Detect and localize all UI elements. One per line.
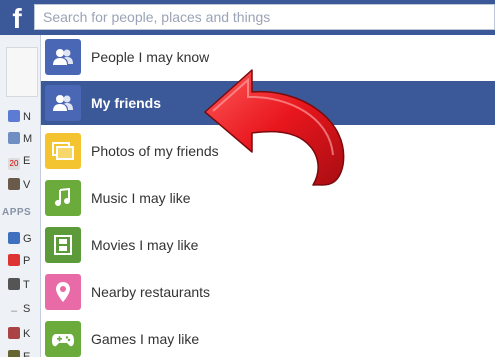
sidebar-app-item[interactable]: G <box>8 231 40 247</box>
top-bar: f <box>0 0 495 36</box>
sidebar-app-item[interactable]: P <box>8 253 40 269</box>
friends-icon <box>8 178 20 190</box>
apps-heading: APPS <box>2 207 32 218</box>
sidebar-item-events[interactable]: 20 E <box>8 153 40 170</box>
messages-icon <box>8 132 20 144</box>
suggestion-label: People I may know <box>91 49 210 65</box>
location-pin-icon <box>45 274 81 310</box>
events-icon: 20 <box>8 158 20 170</box>
sidebar-app-item[interactable]: E <box>8 349 40 357</box>
suggestion-label: Music I may like <box>91 190 191 206</box>
sidebar-app-item[interactable]: T <box>8 277 40 293</box>
music-icon <box>45 180 81 216</box>
app-icon <box>8 278 20 290</box>
people-icon <box>45 39 81 75</box>
search-box[interactable] <box>34 4 495 30</box>
sidebar-item-messages[interactable]: M <box>8 131 40 147</box>
film-icon <box>45 227 81 263</box>
suggestion-photos-of-my-friends[interactable]: Photos of my friends <box>41 129 495 173</box>
suggestion-label: Nearby restaurants <box>91 284 211 300</box>
app-icon <box>8 350 20 357</box>
suggestion-label: Movies I may like <box>91 237 199 253</box>
suggestion-label: Games I may like <box>91 331 200 347</box>
game-icon <box>8 232 20 244</box>
facebook-logo[interactable]: f <box>0 0 34 35</box>
suggestion-label: Photos of my friends <box>91 143 219 159</box>
suggestion-music-i-may-like[interactable]: Music I may like <box>41 176 495 220</box>
sidebar-app-item[interactable]: K <box>8 326 40 342</box>
sidebar-app-item[interactable]: – S <box>8 301 40 317</box>
left-sidebar: N M 20 E V APPS G P T – S K E <box>0 35 40 357</box>
game-controller-icon <box>45 321 81 357</box>
photos-icon <box>45 133 81 169</box>
friends-icon <box>45 85 81 121</box>
search-input[interactable] <box>35 5 494 29</box>
suggestion-my-friends[interactable]: My friends <box>41 81 495 125</box>
suggestion-people-i-may-know[interactable]: People I may know <box>41 35 495 79</box>
app-icon <box>8 327 20 339</box>
sidebar-item-news-feed[interactable]: N <box>8 109 40 125</box>
suggestion-nearby-restaurants[interactable]: Nearby restaurants <box>41 270 495 314</box>
suggestion-movies-i-may-like[interactable]: Movies I may like <box>41 223 495 267</box>
dash-icon: – <box>10 305 18 317</box>
profile-thumbnail[interactable] <box>6 47 38 97</box>
suggestion-games-i-may-like[interactable]: Games I may like <box>41 317 495 357</box>
search-suggestions-dropdown: People I may know My friends Photos of m… <box>40 35 495 357</box>
sidebar-item-friends[interactable]: V <box>8 177 40 193</box>
photos-icon <box>8 254 20 266</box>
suggestion-label: My friends <box>91 95 162 111</box>
news-feed-icon <box>8 110 20 122</box>
